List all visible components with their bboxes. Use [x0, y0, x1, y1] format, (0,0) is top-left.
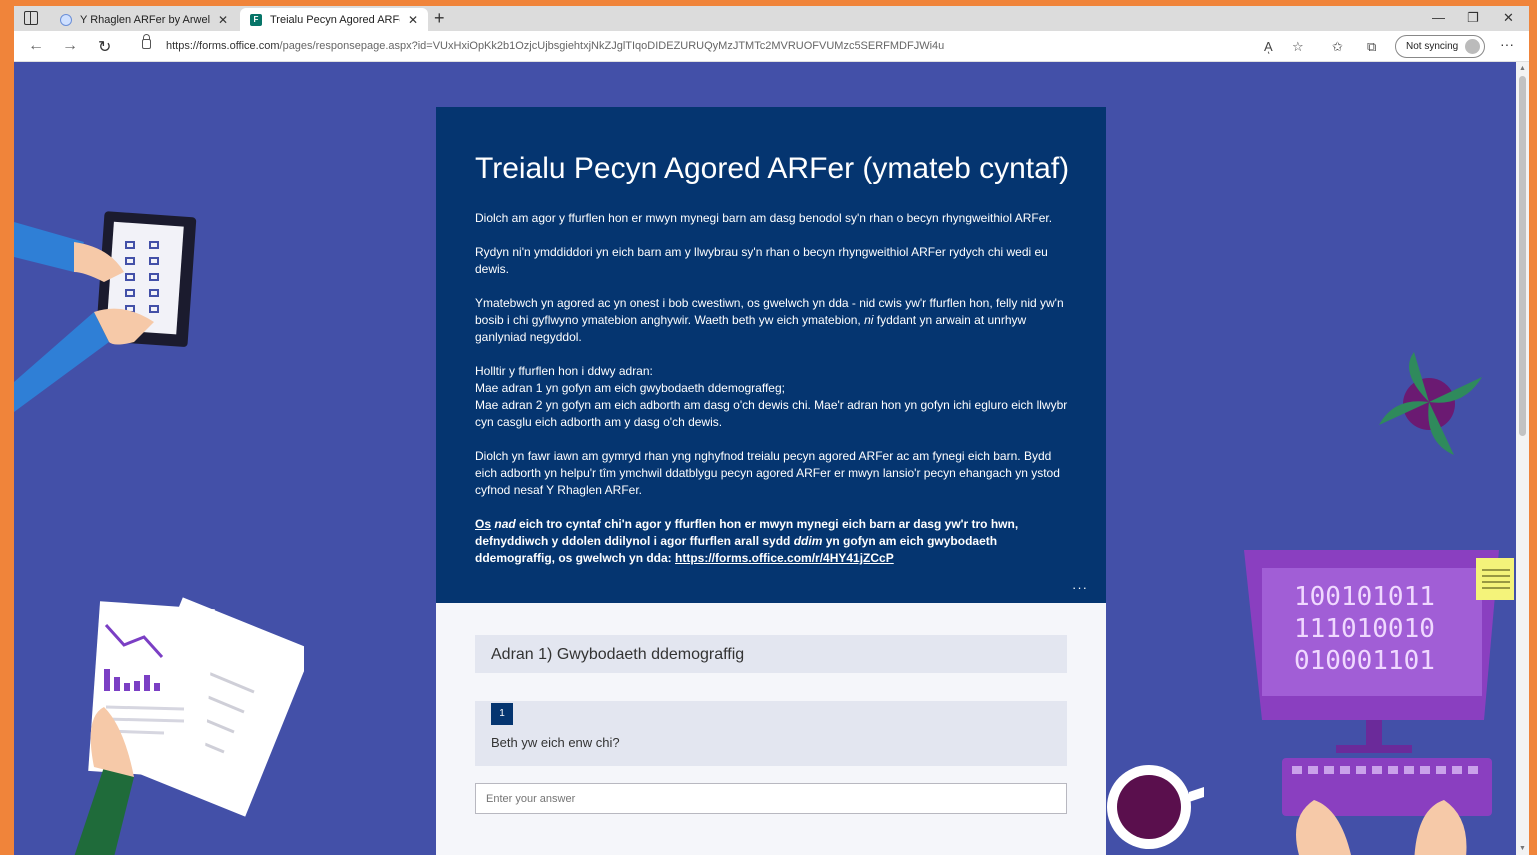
scrollbar-thumb[interactable]: [1519, 76, 1526, 436]
sections-paragraph: Holltir y ffurflen hon i ddwy adran: Mae…: [475, 363, 1075, 431]
question-card: 1 Beth yw eich enw chi?: [475, 701, 1067, 766]
favorite-icon[interactable]: ☆: [1292, 39, 1304, 55]
documents-chart-illustration: [74, 597, 304, 855]
lock-icon[interactable]: [142, 34, 151, 49]
scroll-up-icon[interactable]: ▲: [1519, 65, 1526, 72]
scroll-down-icon[interactable]: ▼: [1519, 845, 1526, 852]
minimize-button[interactable]: —: [1432, 10, 1445, 25]
address-bar: ← → ↻ https://forms.office.com/pages/res…: [14, 31, 1529, 62]
close-icon[interactable]: ✕: [218, 13, 228, 27]
url-field[interactable]: https://forms.office.com/pages/responsep…: [128, 34, 1372, 58]
intro-paragraph-3: Ymatebwch yn agored ac yn onest i bob cw…: [475, 296, 1064, 344]
binary-line-2: 111010010: [1294, 614, 1435, 644]
form-header: Treialu Pecyn Agored ARFer (ymateb cynta…: [436, 107, 1106, 603]
profile-sync-button[interactable]: Not syncing: [1395, 35, 1485, 58]
url-path: /pages/responsepage.aspx?id=VUxHxiOpKk2b…: [279, 40, 945, 52]
tab-actions-icon[interactable]: [24, 11, 38, 25]
coffee-cup-illustration: [1107, 765, 1204, 849]
alternate-form-link[interactable]: https://forms.office.com/r/4HY41jZCcP: [675, 551, 894, 565]
sections-line-1: Holltir y ffurflen hon i ddwy adran:: [475, 364, 653, 378]
tab-title: Treialu Pecyn Agored ARFer (ym: [270, 13, 400, 26]
answer-input[interactable]: [475, 783, 1067, 814]
binary-line-3: 010001101: [1294, 646, 1435, 676]
browser-window: Y Rhaglen ARFer by Arwel Willia ✕ F Trei…: [14, 6, 1529, 855]
avatar: [1465, 39, 1480, 54]
flower-illustration: [1379, 352, 1482, 455]
tab-treialu-pecyn[interactable]: F Treialu Pecyn Agored ARFer (ym ✕: [240, 8, 428, 31]
tablet-hands-illustration: [14, 211, 197, 412]
url-text: https://forms.office.com/pages/responsep…: [166, 40, 944, 52]
page-content: 100101011 111010010 010001101 Treialu Pe…: [14, 62, 1516, 855]
page-scrollbar[interactable]: ▲ ▼: [1516, 62, 1529, 855]
maximize-button[interactable]: ❐: [1467, 10, 1479, 26]
url-host: https://forms.office.com: [166, 40, 280, 52]
intro-paragraph-2: Rydyn ni'n ymddiddori yn eich barn am y …: [475, 245, 1048, 276]
form-title: Treialu Pecyn Agored ARFer (ymateb cynta…: [475, 152, 1070, 185]
tab-bar: Y Rhaglen ARFer by Arwel Willia ✕ F Trei…: [14, 6, 1529, 31]
tab-title: Y Rhaglen ARFer by Arwel Willia: [80, 13, 210, 26]
new-tab-button[interactable]: +: [434, 8, 445, 29]
reload-button[interactable]: ↻: [98, 37, 111, 57]
header-more-icon[interactable]: ···: [1072, 580, 1088, 595]
thanks-paragraph: Diolch yn fawr iawn am gymryd rhan yng n…: [475, 449, 1060, 497]
question-number-badge: 1: [491, 703, 513, 725]
binary-line-1: 100101011: [1294, 582, 1435, 612]
question-text: Beth yw eich enw chi?: [491, 735, 620, 750]
sync-label: Not syncing: [1406, 41, 1459, 52]
section-title: Adran 1) Gwybodaeth ddemograffig: [475, 635, 1067, 673]
read-aloud-icon[interactable]: Aͅ: [1264, 39, 1273, 54]
back-button[interactable]: ←: [28, 37, 44, 55]
forms-icon: F: [250, 13, 262, 26]
tab-y-rhaglen-arfer[interactable]: Y Rhaglen ARFer by Arwel Willia ✕: [50, 8, 238, 31]
close-icon[interactable]: ✕: [408, 13, 418, 27]
close-window-button[interactable]: ✕: [1503, 10, 1514, 26]
computer-illustration: 100101011 111010010 010001101: [1244, 550, 1514, 855]
intro-paragraph-1: Diolch am agor y ffurflen hon er mwyn my…: [475, 211, 1053, 225]
collections-icon[interactable]: ⧉: [1367, 39, 1376, 55]
form-card: Treialu Pecyn Agored ARFer (ymateb cynta…: [436, 107, 1106, 855]
more-menu-icon[interactable]: ···: [1500, 36, 1514, 52]
sections-line-3: Mae adran 2 yn gofyn am eich adborth am …: [475, 398, 1068, 429]
form-description: Diolch am agor y ffurflen hon er mwyn my…: [475, 210, 1075, 584]
form-body: Adran 1) Gwybodaeth ddemograffig 1 Beth …: [436, 603, 1106, 855]
favorites-icon[interactable]: ✩: [1332, 39, 1343, 55]
globe-icon: [60, 13, 72, 26]
forward-button[interactable]: →: [62, 37, 78, 55]
note-paragraph: Os nad eich tro cyntaf chi'n agor y ffur…: [475, 517, 1019, 565]
sections-line-2: Mae adran 1 yn gofyn am eich gwybodaeth …: [475, 381, 785, 395]
